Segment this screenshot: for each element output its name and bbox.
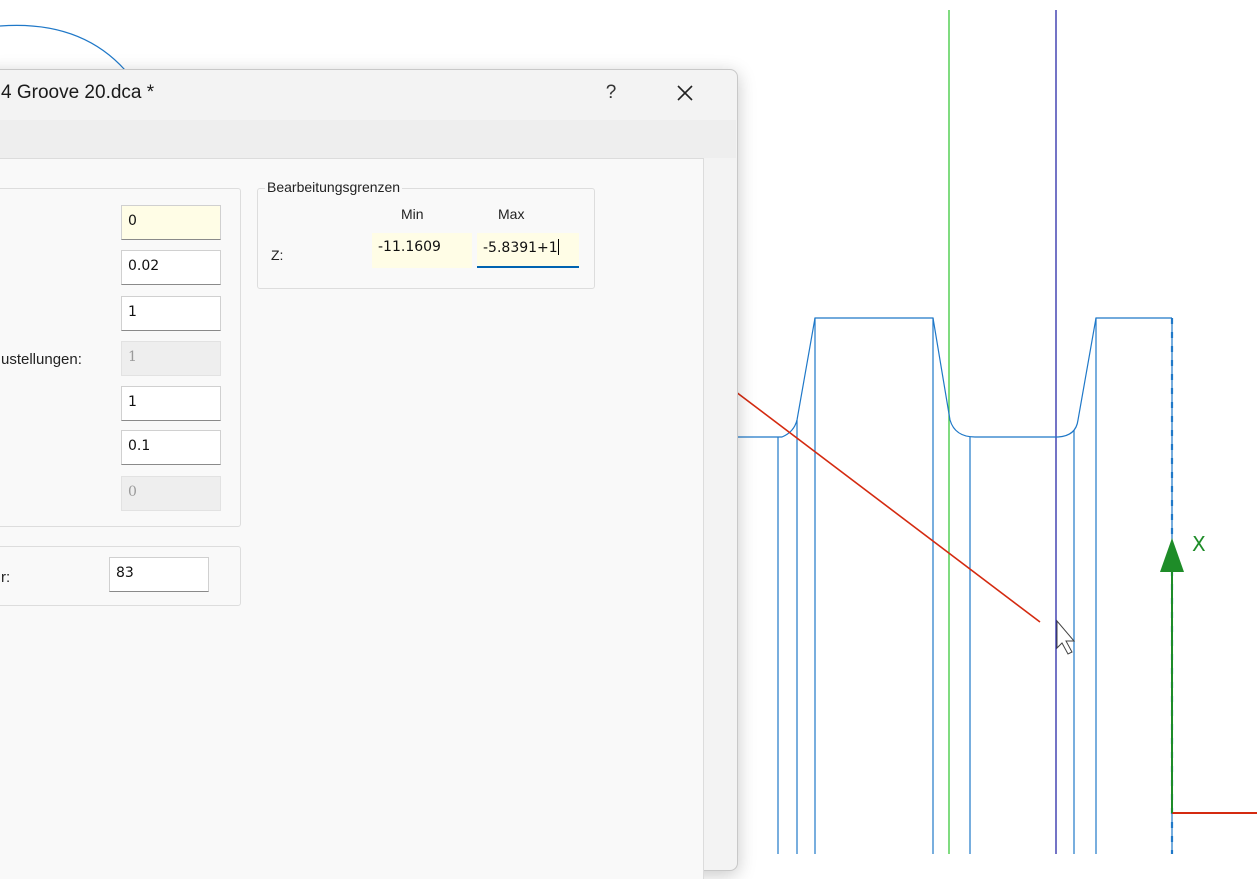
arc-curve (0, 24, 126, 71)
x-axis-arrow-icon (1160, 538, 1184, 572)
parameter-field-1[interactable]: 0 (121, 205, 221, 240)
min-header: Min (401, 206, 424, 222)
counter-field[interactable]: 83 (109, 557, 209, 592)
parameter-field-3[interactable]: 1 (121, 296, 221, 331)
z-label: Z: (271, 247, 284, 263)
z-max-value: -5.8391+1 (483, 240, 558, 256)
machining-limits-legend: Bearbeitungsgrenzen (265, 179, 403, 195)
parameter-field-6[interactable]: 0.1 (121, 430, 221, 465)
close-icon (677, 85, 693, 101)
x-axis-label: X (1192, 532, 1206, 556)
parameter-field-2[interactable]: 0.02 (121, 250, 221, 285)
settings-dialog: 4 Groove 20.dca * ? 0 0.02 1 ustellungen… (0, 69, 738, 879)
settings-panel: 0 0.02 1 ustellungen: 1 1 0.1 0 r: 83 Be… (0, 158, 704, 879)
mouse-cursor-icon (1056, 619, 1076, 655)
max-header: Max (498, 206, 525, 222)
z-max-field[interactable]: -5.8391+1 (477, 233, 579, 268)
text-caret (557, 239, 559, 255)
zustellungen-label: ustellungen: (1, 351, 82, 368)
dialog-title: 4 Groove 20.dca * (1, 82, 155, 103)
help-button[interactable]: ? (591, 76, 631, 110)
tab-strip (0, 120, 736, 158)
groove-profile (736, 317, 1174, 854)
parameter-field-5[interactable]: 1 (121, 386, 221, 421)
parameter-field-4: 1 (121, 341, 221, 376)
parameter-field-7: 0 (121, 476, 221, 511)
close-button[interactable] (663, 76, 707, 110)
counter-label: r: (1, 569, 11, 586)
z-min-field[interactable]: -11.1609 (372, 233, 472, 268)
